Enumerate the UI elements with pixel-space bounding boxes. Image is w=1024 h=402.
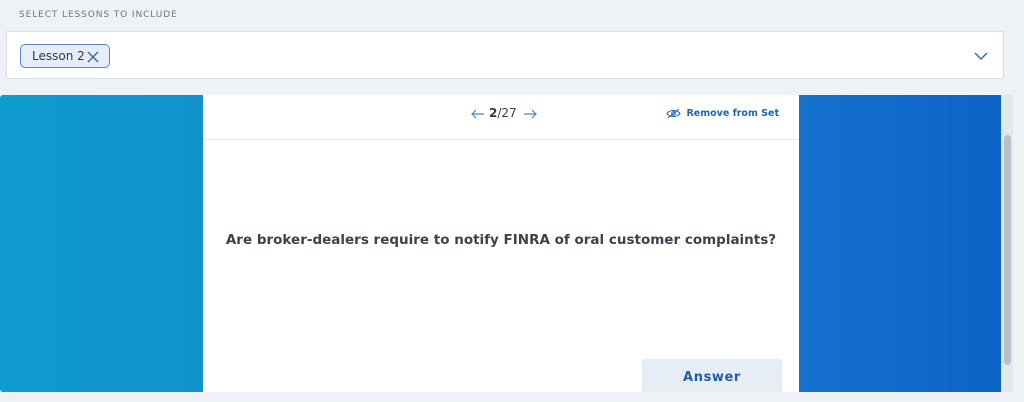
flashcard: 2 /27 Remove from Set Are broker-dealers… [203,95,799,392]
flashcard-question: Are broker-dealers require to notify FIN… [225,232,777,248]
current-card-number: 2 [489,106,498,120]
close-icon[interactable] [86,49,100,63]
remove-from-set-button[interactable]: Remove from Set [666,108,779,119]
arrow-right-icon[interactable] [523,108,537,119]
section-label: SELECT LESSONS TO INCLUDE [19,10,178,20]
pager: 2 /27 [471,106,537,120]
arrow-left-icon[interactable] [471,108,485,119]
lesson-chip: Lesson 2 [20,44,110,68]
eye-slash-icon [666,108,682,119]
lesson-select[interactable]: Lesson 2 [6,31,1004,79]
remove-from-set-label: Remove from Set [686,108,779,119]
answer-button[interactable]: Answer [642,359,782,392]
scrollbar[interactable] [1004,135,1011,365]
total-card-count: /27 [497,106,517,120]
card-header: 2 /27 Remove from Set [203,95,799,140]
lesson-chip-label: Lesson 2 [32,49,85,63]
flashcard-stage: 2 /27 Remove from Set Are broker-dealers… [0,95,1013,392]
chevron-down-icon[interactable] [973,48,989,62]
